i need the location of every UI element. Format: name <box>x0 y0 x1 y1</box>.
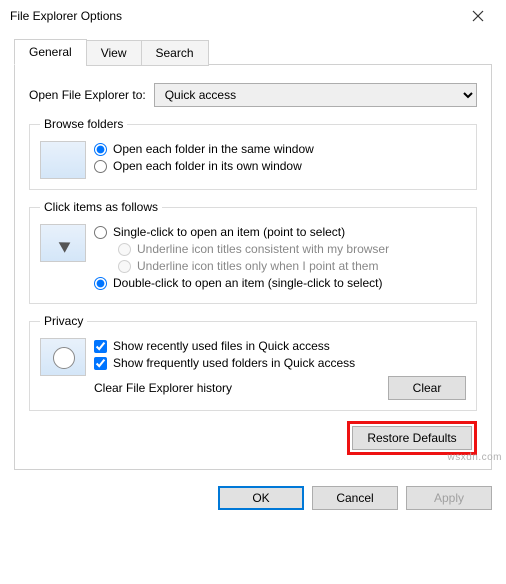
radio-single-click-label: Single-click to open an item (point to s… <box>113 225 345 239</box>
clear-history-label: Clear File Explorer history <box>94 381 388 395</box>
check-frequent-folders-label: Show frequently used folders in Quick ac… <box>113 356 355 370</box>
window-title: File Explorer Options <box>10 9 458 23</box>
radio-underline-point-label: Underline icon titles only when I point … <box>137 259 378 273</box>
radio-underline-browser-label: Underline icon titles consistent with my… <box>137 242 389 256</box>
restore-row: Restore Defaults <box>29 421 477 455</box>
close-button[interactable] <box>458 2 498 30</box>
apply-button: Apply <box>406 486 492 510</box>
tab-panel-general: Open File Explorer to: Quick access Brow… <box>14 64 492 470</box>
tab-general[interactable]: General <box>14 39 87 65</box>
check-frequent-folders[interactable] <box>94 357 107 370</box>
watermark-text: wsxdn.com <box>447 452 502 463</box>
open-explorer-dropdown[interactable]: Quick access <box>154 83 477 107</box>
ok-button[interactable]: OK <box>218 486 304 510</box>
radio-double-click-row: Double-click to open an item (single-cli… <box>94 276 466 290</box>
cancel-button[interactable]: Cancel <box>312 486 398 510</box>
radio-underline-browser-row: Underline icon titles consistent with my… <box>118 242 466 256</box>
radio-single-click[interactable] <box>94 226 107 239</box>
tab-strip: General View Search <box>14 39 492 65</box>
clear-button[interactable]: Clear <box>388 376 466 400</box>
radio-same-window[interactable] <box>94 143 107 156</box>
tab-search[interactable]: Search <box>141 40 209 66</box>
browse-folders-group: Browse folders Open each folder in the s… <box>29 117 477 190</box>
radio-same-window-row: Open each folder in the same window <box>94 142 466 156</box>
radio-double-click-label: Double-click to open an item (single-cli… <box>113 276 382 290</box>
check-recent-files-label: Show recently used files in Quick access <box>113 339 330 353</box>
radio-underline-browser <box>118 243 131 256</box>
check-recent-files[interactable] <box>94 340 107 353</box>
clock-icon <box>40 338 86 376</box>
client-area: General View Search Open File Explorer t… <box>0 32 506 480</box>
check-recent-files-row: Show recently used files in Quick access <box>94 339 466 353</box>
open-explorer-row: Open File Explorer to: Quick access <box>29 83 477 107</box>
radio-own-window-row: Open each folder in its own window <box>94 159 466 173</box>
restore-highlight: Restore Defaults <box>347 421 477 455</box>
restore-defaults-button[interactable]: Restore Defaults <box>352 426 472 450</box>
open-explorer-label: Open File Explorer to: <box>29 88 146 102</box>
radio-own-window[interactable] <box>94 160 107 173</box>
radio-double-click[interactable] <box>94 277 107 290</box>
close-icon <box>472 10 484 22</box>
folder-icon <box>40 141 86 179</box>
browse-folders-legend: Browse folders <box>40 117 127 131</box>
dialog-footer: OK Cancel Apply <box>0 480 506 520</box>
click-items-legend: Click items as follows <box>40 200 162 214</box>
radio-own-window-label: Open each folder in its own window <box>113 159 302 173</box>
clear-history-row: Clear File Explorer history Clear <box>94 376 466 400</box>
radio-underline-point <box>118 260 131 273</box>
click-items-group: Click items as follows Single-click to o… <box>29 200 477 304</box>
check-frequent-folders-row: Show frequently used folders in Quick ac… <box>94 356 466 370</box>
titlebar: File Explorer Options <box>0 0 506 32</box>
cursor-icon <box>40 224 86 262</box>
radio-single-click-row: Single-click to open an item (point to s… <box>94 225 466 239</box>
tab-view[interactable]: View <box>86 40 142 66</box>
privacy-group: Privacy Show recently used files in Quic… <box>29 314 477 411</box>
radio-same-window-label: Open each folder in the same window <box>113 142 314 156</box>
radio-underline-point-row: Underline icon titles only when I point … <box>118 259 466 273</box>
privacy-legend: Privacy <box>40 314 87 328</box>
